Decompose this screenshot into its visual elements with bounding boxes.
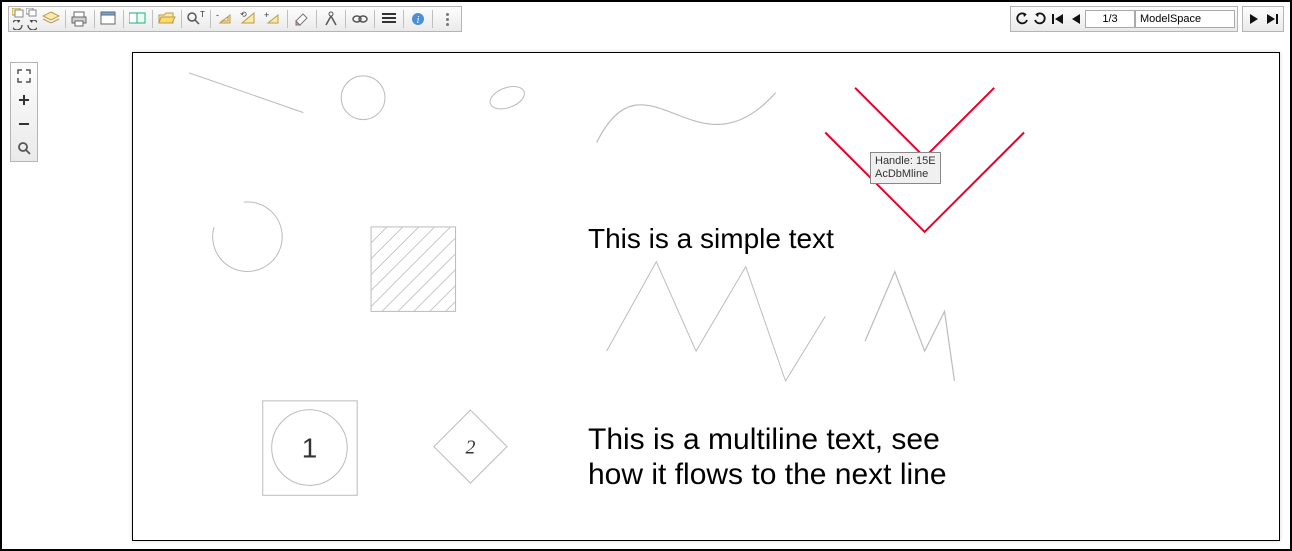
eraser-icon[interactable]	[290, 8, 314, 30]
svg-text:-: -	[216, 11, 219, 20]
expand-icon[interactable]	[13, 65, 35, 87]
svg-text:i: i	[417, 15, 420, 26]
zoom-in-icon[interactable]	[13, 89, 35, 111]
layout-name-input[interactable]	[1135, 10, 1235, 28]
prev-page-icon[interactable]	[1067, 8, 1085, 30]
zoom-out-small-icon[interactable]: -	[213, 8, 237, 30]
cascade-icon[interactable]	[25, 7, 39, 19]
redo-icon[interactable]	[1031, 8, 1049, 30]
main-toolbar: T - ⟲ + i	[8, 6, 462, 32]
block-2-label: 2	[465, 437, 475, 459]
window-icon[interactable]	[97, 8, 121, 30]
entity-tooltip: Handle: 15E AcDbMline	[870, 152, 941, 184]
search-text-icon[interactable]: T	[184, 8, 208, 30]
zoom-in-small-icon[interactable]: +	[261, 8, 285, 30]
simple-text: This is a simple text	[588, 223, 834, 255]
zoom-fit-icon[interactable]: ⟲	[237, 8, 261, 30]
last-page-icon[interactable]	[1263, 8, 1281, 30]
page-indicator-input[interactable]	[1085, 10, 1135, 28]
copy-icon[interactable]	[11, 7, 25, 19]
navigation-toolbar	[1010, 6, 1238, 32]
svg-text:⟲: ⟲	[240, 11, 247, 19]
hatched-square	[334, 190, 495, 351]
more-icon[interactable]	[435, 8, 459, 30]
link-icon[interactable]	[348, 8, 372, 30]
side-zoom-toolbar	[10, 62, 38, 162]
next-page-icon[interactable]	[1245, 8, 1263, 30]
compass-icon[interactable]	[319, 8, 343, 30]
undo-icon[interactable]	[1013, 8, 1031, 30]
open-icon[interactable]	[155, 8, 179, 30]
svg-text:T: T	[200, 11, 205, 19]
forward-icon[interactable]	[25, 19, 39, 31]
back-icon[interactable]	[11, 19, 25, 31]
multiline-text-line2: how it flows to the next line	[588, 458, 947, 492]
tooltip-handle: Handle: 15E	[875, 155, 936, 168]
zoom-out-icon[interactable]	[13, 113, 35, 135]
multiline-text-line1: This is a multiline text, see	[588, 423, 940, 457]
layers-icon[interactable]	[39, 8, 63, 30]
tooltip-type: AcDbMline	[875, 168, 936, 181]
first-page-icon[interactable]	[1049, 8, 1067, 30]
block-2: 2	[434, 410, 507, 483]
block-1-label: 1	[302, 433, 317, 464]
top-toolbar-row: T - ⟲ + i	[6, 6, 1286, 32]
navigation-toolbar-end	[1242, 6, 1284, 32]
list-icon[interactable]	[377, 8, 401, 30]
info-icon[interactable]: i	[406, 8, 430, 30]
compare-icon[interactable]	[126, 8, 150, 30]
magnify-icon[interactable]	[13, 137, 35, 159]
svg-text:+: +	[264, 11, 269, 20]
print-icon[interactable]	[68, 8, 92, 30]
block-1: 1	[263, 401, 357, 495]
drawing-canvas[interactable]: 1 2 This is a simple text This is a mult…	[132, 52, 1280, 541]
